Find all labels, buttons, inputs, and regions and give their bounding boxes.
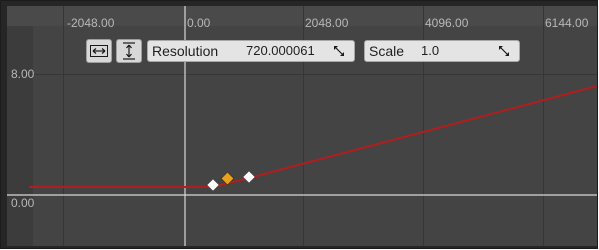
scale-value[interactable]: 1.0 [421, 41, 439, 61]
fit-horizontal-button[interactable] [86, 39, 112, 63]
fit-horizontal-icon [90, 45, 108, 57]
scale-spin-icon[interactable] [499, 46, 509, 56]
curve-editor-panel[interactable]: -2048.00 0.00 2048.00 4096.00 6144.00 8.… [7, 6, 597, 246]
resolution-spin-icon[interactable] [334, 46, 344, 56]
fit-vertical-icon [123, 42, 135, 60]
scale-field[interactable]: Scale 1.0 [364, 40, 520, 62]
resolution-field[interactable]: Resolution 720.000061 [147, 40, 355, 62]
scale-label: Scale [369, 43, 405, 59]
curve-key-point[interactable] [243, 171, 255, 183]
curve-editor-frame: -2048.00 0.00 2048.00 4096.00 6144.00 8.… [0, 0, 598, 249]
curve-key-point[interactable] [207, 179, 219, 191]
fit-vertical-button[interactable] [116, 39, 142, 63]
resolution-value[interactable]: 720.000061 [246, 41, 315, 61]
resolution-label: Resolution [152, 43, 219, 59]
curve-line[interactable] [29, 85, 597, 188]
